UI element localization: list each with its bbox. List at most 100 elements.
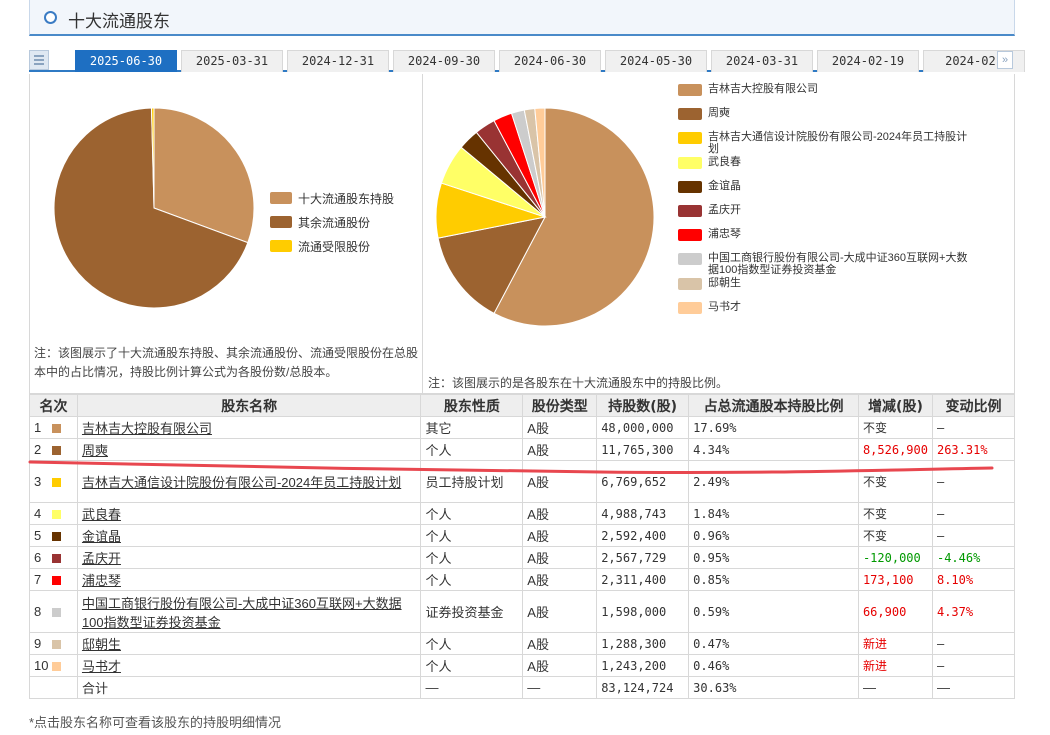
legend-swatch <box>270 192 292 204</box>
table-row: 5 金谊晶 个人 A股 2,592,400 0.96% 不变 — <box>29 524 1016 547</box>
legend-swatch <box>678 84 702 96</box>
rank-number: 10 <box>34 658 49 673</box>
holder-legend-item-4[interactable]: 武良春 <box>678 155 968 179</box>
share-type: A股 <box>522 416 598 439</box>
share-type: A股 <box>522 524 598 547</box>
legend-swatch <box>678 108 702 120</box>
rank-cell: 7 <box>29 568 78 591</box>
legend-swatch <box>678 278 702 290</box>
share-change: 不变 <box>857 502 933 525</box>
holder-name-link[interactable]: 中国工商银行股份有限公司-大成中证360互联网+大数据100指数型证券投资基金 <box>82 596 402 630</box>
tabs-menu-button[interactable] <box>29 50 49 70</box>
float-ratio: 1.84% <box>688 502 859 525</box>
shares-held: 2,311,400 <box>596 568 690 591</box>
legend-label: 吉林吉大通信设计院股份有限公司-2024年员工持股计划 <box>708 131 968 155</box>
share-type: A股 <box>522 590 598 633</box>
float-share-legend-item-1[interactable]: 十大流通股东持股 <box>270 186 394 210</box>
tab-2025-03-31[interactable]: 2025-03-31 <box>181 50 283 72</box>
share-change: 不变 <box>857 460 933 503</box>
holder-name-cell: 浦忠琴 <box>76 568 422 591</box>
change-percent: — <box>931 632 1016 655</box>
change-percent: — <box>931 654 1016 677</box>
holder-legend-item-5[interactable]: 金谊晶 <box>678 179 968 203</box>
holder-name-link[interactable]: 周奭 <box>82 443 108 458</box>
rank-number: 5 <box>34 528 42 543</box>
holder-nature: 个人 <box>420 502 524 525</box>
rank-number: 8 <box>34 604 42 619</box>
tabs-next-button[interactable]: » <box>997 51 1013 69</box>
holder-name-link[interactable]: 浦忠琴 <box>82 573 121 588</box>
color-marker <box>52 640 61 650</box>
holder-name-cell: 金谊晶 <box>76 524 422 547</box>
color-marker <box>52 532 61 542</box>
legend-swatch <box>678 205 702 217</box>
holder-legend-item-2[interactable]: 周奭 <box>678 106 968 130</box>
tab-2024-02-19[interactable]: 2024-02-19 <box>817 50 919 72</box>
rank-cell: 6 <box>29 546 78 569</box>
tab-2024-09-30[interactable]: 2024-09-30 <box>393 50 495 72</box>
holder-name-link[interactable]: 吉林吉大通信设计院股份有限公司-2024年员工持股计划 <box>82 475 401 490</box>
holder-nature: 个人 <box>420 568 524 591</box>
tab-2024-12-31[interactable]: 2024-12-31 <box>287 50 389 72</box>
holder-legend-item-6[interactable]: 孟庆开 <box>678 203 968 227</box>
shares-held: 6,769,652 <box>596 460 690 503</box>
holder-legend-item-3[interactable]: 吉林吉大通信设计院股份有限公司-2024年员工持股计划 <box>678 130 968 155</box>
share-type: A股 <box>522 568 598 591</box>
holder-legend-item-7[interactable]: 浦忠琴 <box>678 227 968 251</box>
holder-legend-item-8[interactable]: 中国工商银行股份有限公司-大成中证360互联网+大数据100指数型证券投资基金 <box>678 251 968 276</box>
tab-2025-06-30[interactable]: 2025-06-30 <box>75 50 177 72</box>
shares-held: 4,988,743 <box>596 502 690 525</box>
legend-label: 马书才 <box>708 301 741 313</box>
column-header-4: 股份类型 <box>522 394 598 417</box>
holder-nature: 其它 <box>420 416 524 439</box>
holder-legend-item-1[interactable]: 吉林吉大控股有限公司 <box>678 82 968 106</box>
shares-held: 1,243,200 <box>596 654 690 677</box>
share-type: A股 <box>522 438 598 461</box>
holder-name-link[interactable]: 孟庆开 <box>82 551 121 566</box>
tab-2024-03-31[interactable]: 2024-03-31 <box>711 50 813 72</box>
table-row: 9 邸朝生 个人 A股 1,288,300 0.47% 新进 — <box>29 632 1016 655</box>
holder-name-link[interactable]: 武良春 <box>82 507 121 522</box>
tab-2024-05-30[interactable]: 2024-05-30 <box>605 50 707 72</box>
share-type: A股 <box>522 654 598 677</box>
rank-cell: 8 <box>29 590 78 633</box>
color-marker <box>52 424 61 434</box>
float-share-legend-item-2[interactable]: 其余流通股份 <box>270 210 394 234</box>
holder-name-cell: 邸朝生 <box>76 632 422 655</box>
holder-legend-item-10[interactable]: 马书才 <box>678 300 968 324</box>
color-marker <box>52 510 61 520</box>
table-row: 3 吉林吉大通信设计院股份有限公司-2024年员工持股计划 员工持股计划 A股 6,76… <box>29 460 1016 503</box>
column-header-2: 股东名称 <box>76 394 422 417</box>
float-share-legend-item-3[interactable]: 流通受限股份 <box>270 234 394 258</box>
legend-label: 吉林吉大控股有限公司 <box>708 83 818 95</box>
legend-swatch <box>270 240 292 252</box>
holder-legend-item-9[interactable]: 邸朝生 <box>678 276 968 300</box>
top-holders-panel: 十大流通股东 2025-06-30 2025-03-31 2024-12-31 202… <box>29 0 1025 735</box>
date-tabs: 2025-06-30 2025-03-31 2024-12-31 2024-09-30… <box>29 50 1025 72</box>
legend-swatch <box>678 302 702 314</box>
rank-number: 7 <box>34 572 42 587</box>
rank-number: 3 <box>34 474 42 489</box>
holder-name-cell: 孟庆开 <box>76 546 422 569</box>
section-header: 十大流通股东 <box>29 0 1015 36</box>
float-ratio: 0.46% <box>688 654 859 677</box>
legend-label: 十大流通股东持股 <box>298 191 395 206</box>
float-share-pie-chart <box>53 107 255 309</box>
color-marker <box>52 554 61 564</box>
table-row: 8 中国工商银行股份有限公司-大成中证360互联网+大数据100指数型证券投资基金… <box>29 590 1016 633</box>
float-ratio: 0.95% <box>688 546 859 569</box>
footnote: *点击股东名称可查看该股东的持股明细情况 <box>29 715 282 730</box>
color-marker <box>52 446 61 456</box>
rank-number: 2 <box>34 442 42 457</box>
holder-name-link[interactable]: 金谊晶 <box>82 529 121 544</box>
holder-name-link[interactable]: 吉林吉大控股有限公司 <box>82 421 212 436</box>
holder-name-link[interactable]: 邸朝生 <box>82 637 121 652</box>
shares-held: 2,592,400 <box>596 524 690 547</box>
holder-name-link[interactable]: 马书才 <box>82 659 121 674</box>
share-type: A股 <box>522 546 598 569</box>
tab-2024-06-30[interactable]: 2024-06-30 <box>499 50 601 72</box>
table-row: 10 马书才 个人 A股 1,243,200 0.46% 新进 — <box>29 654 1016 677</box>
legend-swatch <box>270 216 292 228</box>
float-share-legend: 十大流通股东持股其余流通股份 流通受限股份 <box>270 186 394 258</box>
float-ratio: 4.34% <box>688 438 859 461</box>
